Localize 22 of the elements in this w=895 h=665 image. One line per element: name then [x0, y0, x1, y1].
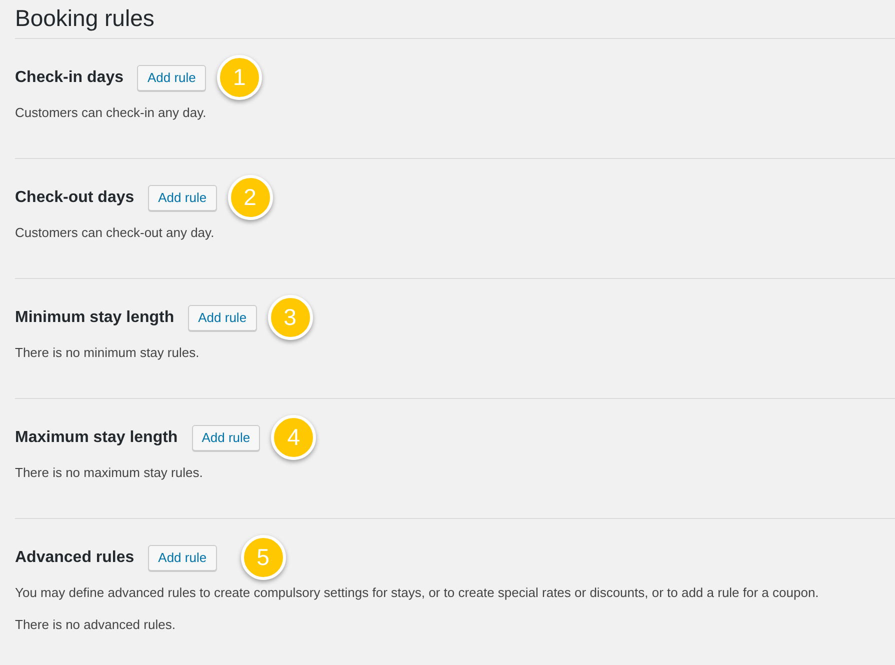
section-heading: Minimum stay length — [15, 308, 174, 328]
section-description: Customers can check-in any day. — [15, 104, 208, 122]
page-title: Booking rules — [15, 4, 156, 33]
section-description: There is no advanced rules. — [15, 616, 176, 634]
section-description: There is no minimum stay rules. — [15, 344, 200, 362]
section-description: Customers can check-out any day. — [15, 224, 216, 242]
step-number-badge: 2 — [228, 175, 273, 220]
section-heading: Maximum stay length — [15, 428, 178, 448]
add-rule-button[interactable]: Add rule — [188, 304, 257, 330]
step-number-badge: 5 — [240, 535, 286, 580]
section-heading: Check-in days — [15, 68, 124, 88]
section-description: You may define advanced rules to create compulsory settings for stays, or to create special rates or discounts, or to add a rule for a coupon. — [15, 584, 820, 602]
add-rule-button[interactable]: Add rule — [148, 544, 217, 570]
section-heading: Check-out days — [15, 188, 134, 208]
step-number-badge: 3 — [268, 295, 313, 340]
section-description: There is no maximum stay rules. — [15, 464, 204, 482]
section-heading: Advanced rules — [15, 548, 134, 568]
step-number-badge: 4 — [271, 415, 316, 460]
step-number-badge: 1 — [216, 55, 262, 100]
add-rule-button[interactable]: Add rule — [148, 184, 217, 210]
add-rule-button[interactable]: Add rule — [192, 424, 260, 450]
add-rule-button[interactable]: Add rule — [137, 64, 206, 90]
